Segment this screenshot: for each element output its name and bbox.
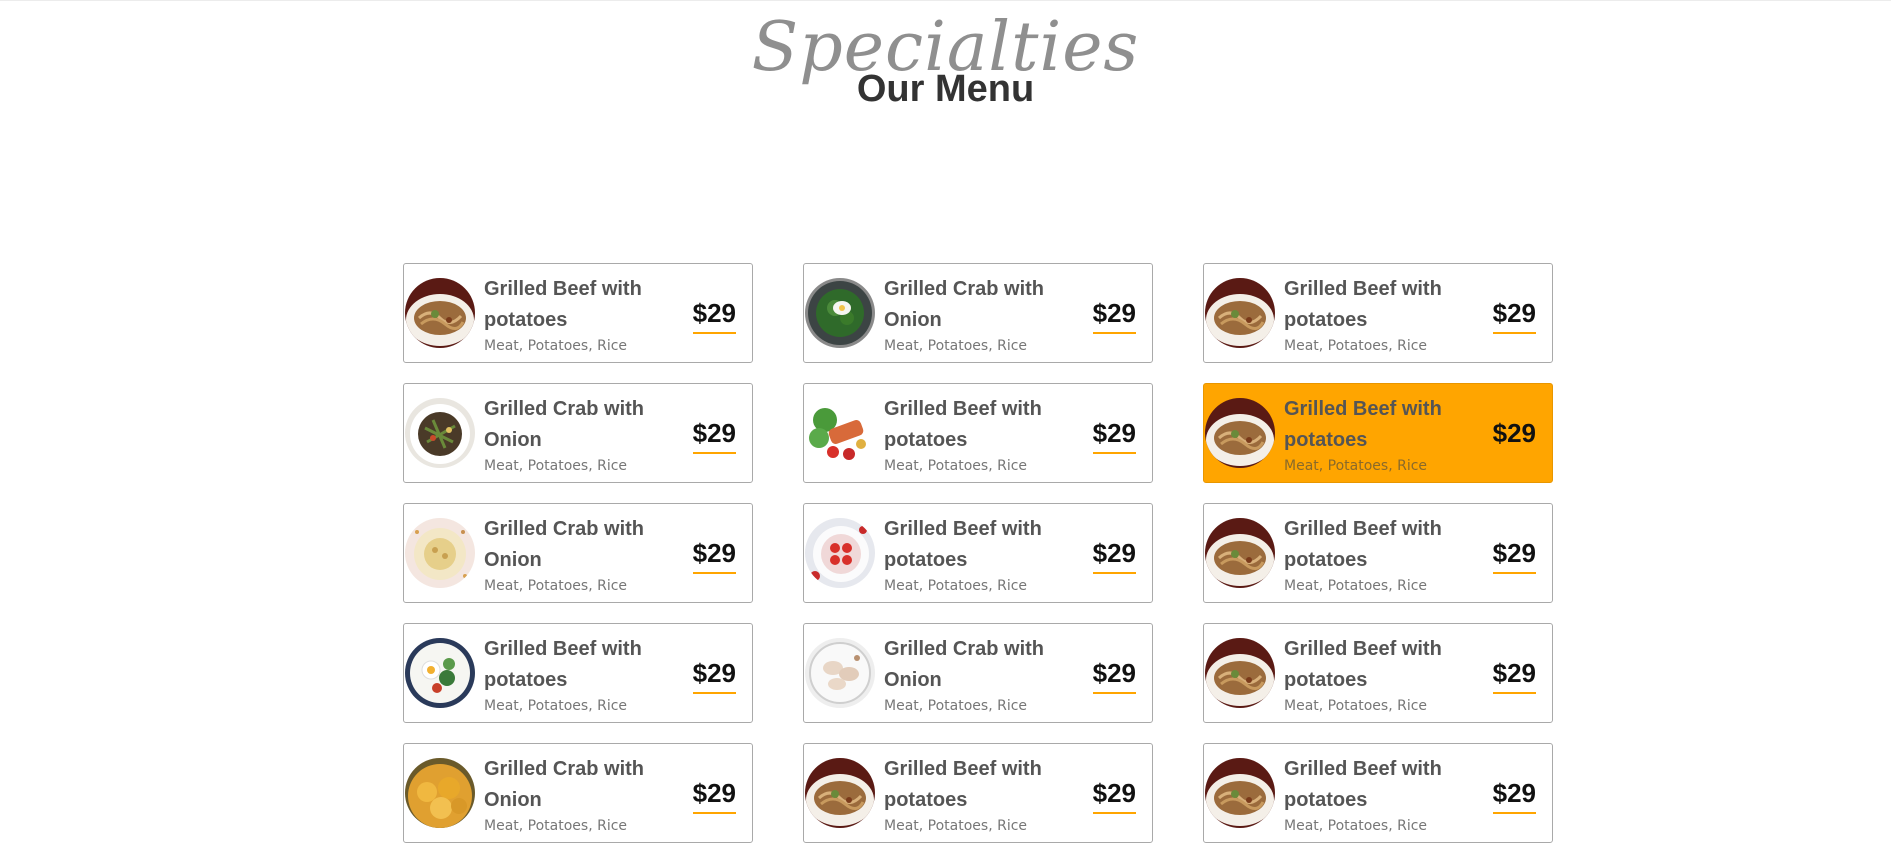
menu-item-card[interactable]: Grilled Beef with potatoes Meat, Potatoes… — [403, 623, 753, 723]
dish-image — [805, 278, 875, 348]
dish-name[interactable]: Grilled Beef with potatoes — [884, 514, 1064, 576]
dish-image — [805, 398, 875, 468]
dish-image — [1205, 278, 1275, 348]
dish-image — [1205, 518, 1275, 588]
dish-image — [405, 518, 475, 588]
dish-name[interactable]: Grilled Crab with Onion — [484, 514, 664, 576]
dish-image — [805, 758, 875, 828]
dish-price: $29 — [1092, 418, 1136, 454]
dish-image — [1205, 758, 1275, 828]
dish-image — [1205, 398, 1275, 468]
dish-price: $29 — [1092, 298, 1136, 334]
dish-image — [405, 278, 475, 348]
menu-grid: Grilled Beef with potatoes Meat, Potatoes… — [403, 263, 1553, 843]
dish-name[interactable]: Grilled Beef with potatoes — [1284, 274, 1464, 336]
dish-ingredients: Meat, Potatoes, Rice — [484, 458, 628, 474]
page-title: Our Menu — [856, 68, 1035, 110]
dish-price: $29 — [1492, 778, 1536, 814]
dish-image — [405, 758, 475, 828]
menu-item-card[interactable]: Grilled Beef with potatoes Meat, Potatoes… — [1203, 383, 1553, 483]
dish-price: $29 — [692, 658, 736, 694]
dish-name[interactable]: Grilled Beef with potatoes — [484, 634, 664, 696]
dish-name[interactable]: Grilled Crab with Onion — [884, 634, 1064, 696]
dish-ingredients: Meat, Potatoes, Rice — [884, 818, 1028, 834]
dish-ingredients: Meat, Potatoes, Rice — [484, 578, 628, 594]
dish-price: $29 — [1492, 418, 1536, 454]
dish-ingredients: Meat, Potatoes, Rice — [484, 698, 628, 714]
menu-item-card[interactable]: Grilled Crab with Onion Meat, Potatoes, R… — [803, 263, 1153, 363]
menu-item-card[interactable]: Grilled Beef with potatoes Meat, Potatoes… — [1203, 263, 1553, 363]
menu-item-card[interactable]: Grilled Beef with potatoes Meat, Potatoes… — [1203, 503, 1553, 603]
dish-name[interactable]: Grilled Beef with potatoes — [884, 394, 1064, 456]
dish-name[interactable]: Grilled Beef with potatoes — [884, 754, 1064, 816]
dish-price: $29 — [1092, 778, 1136, 814]
dish-image — [805, 638, 875, 708]
dish-price: $29 — [692, 538, 736, 574]
dish-price: $29 — [692, 418, 736, 454]
dish-ingredients: Meat, Potatoes, Rice — [1284, 578, 1428, 594]
menu-item-card[interactable]: Grilled Crab with Onion Meat, Potatoes, R… — [403, 503, 753, 603]
dish-price: $29 — [692, 778, 736, 814]
dish-price: $29 — [692, 298, 736, 334]
dish-name[interactable]: Grilled Beef with potatoes — [1284, 754, 1464, 816]
dish-price: $29 — [1092, 538, 1136, 574]
dish-ingredients: Meat, Potatoes, Rice — [884, 458, 1028, 474]
dish-ingredients: Meat, Potatoes, Rice — [484, 818, 628, 834]
dish-price: $29 — [1492, 658, 1536, 694]
dish-ingredients: Meat, Potatoes, Rice — [1284, 818, 1428, 834]
dish-price: $29 — [1492, 298, 1536, 334]
menu-item-card[interactable]: Grilled Beef with potatoes Meat, Potatoes… — [803, 383, 1153, 483]
dish-ingredients: Meat, Potatoes, Rice — [1284, 338, 1428, 354]
menu-item-card[interactable]: Grilled Beef with potatoes Meat, Potatoes… — [803, 503, 1153, 603]
dish-ingredients: Meat, Potatoes, Rice — [884, 698, 1028, 714]
menu-item-card[interactable]: Grilled Crab with Onion Meat, Potatoes, R… — [803, 623, 1153, 723]
dish-price: $29 — [1492, 538, 1536, 574]
menu-item-card[interactable]: Grilled Crab with Onion Meat, Potatoes, R… — [403, 743, 753, 843]
menu-item-card[interactable]: Grilled Crab with Onion Meat, Potatoes, R… — [403, 383, 753, 483]
dish-name[interactable]: Grilled Beef with potatoes — [1284, 514, 1464, 576]
dish-price: $29 — [1092, 658, 1136, 694]
menu-item-card[interactable]: Grilled Beef with potatoes Meat, Potatoes… — [1203, 623, 1553, 723]
dish-image — [1205, 638, 1275, 708]
menu-item-card[interactable]: Grilled Beef with potatoes Meat, Potatoes… — [403, 263, 753, 363]
dish-image — [405, 398, 475, 468]
dish-name[interactable]: Grilled Crab with Onion — [484, 394, 664, 456]
dish-image — [805, 518, 875, 588]
dish-ingredients: Meat, Potatoes, Rice — [1284, 458, 1428, 474]
dish-name[interactable]: Grilled Beef with potatoes — [484, 274, 664, 336]
dish-ingredients: Meat, Potatoes, Rice — [884, 578, 1028, 594]
dish-name[interactable]: Grilled Beef with potatoes — [1284, 634, 1464, 696]
dish-ingredients: Meat, Potatoes, Rice — [1284, 698, 1428, 714]
dish-ingredients: Meat, Potatoes, Rice — [884, 338, 1028, 354]
dish-name[interactable]: Grilled Crab with Onion — [884, 274, 1064, 336]
dish-name[interactable]: Grilled Beef with potatoes — [1284, 394, 1464, 456]
menu-item-card[interactable]: Grilled Beef with potatoes Meat, Potatoes… — [1203, 743, 1553, 843]
dish-image — [405, 638, 475, 708]
dish-ingredients: Meat, Potatoes, Rice — [484, 338, 628, 354]
menu-item-card[interactable]: Grilled Beef with potatoes Meat, Potatoes… — [803, 743, 1153, 843]
section-heading: Specialties Our Menu — [0, 1, 1891, 111]
dish-name[interactable]: Grilled Crab with Onion — [484, 754, 664, 816]
